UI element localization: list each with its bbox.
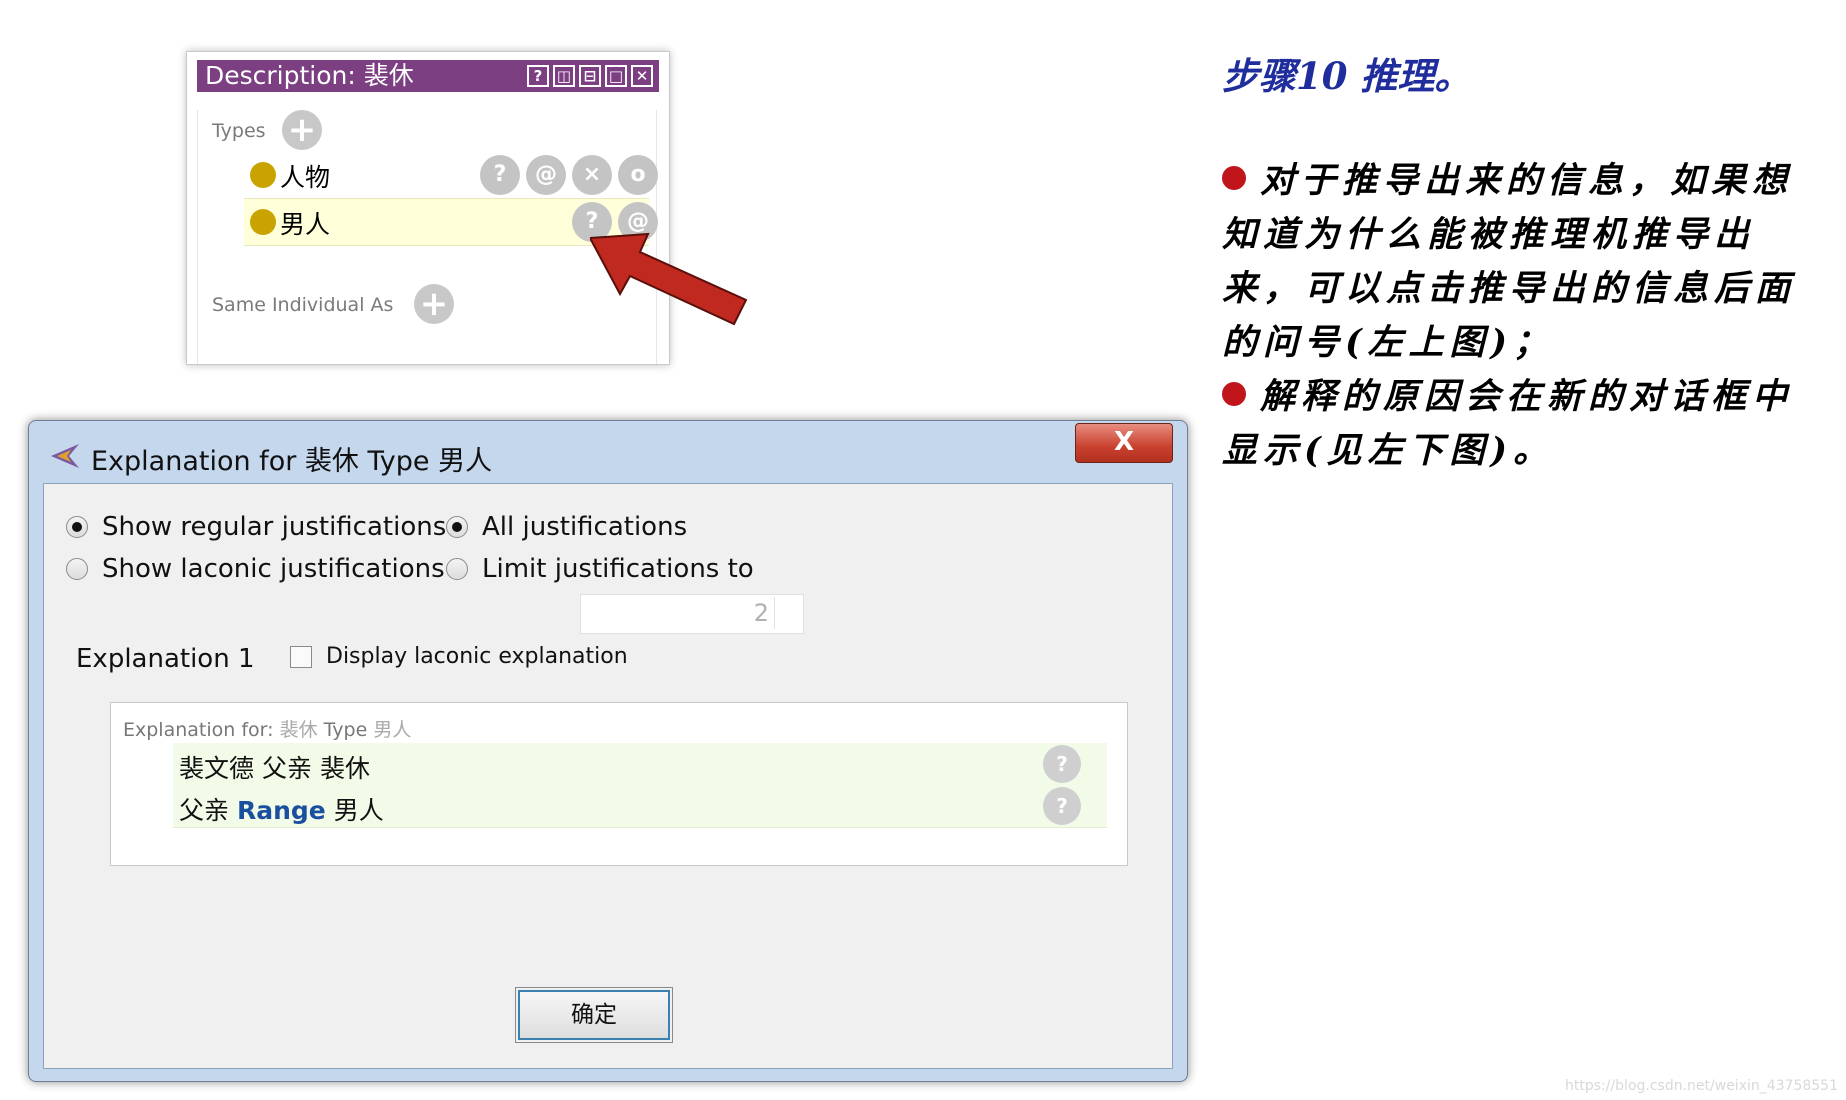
type-label: 人物 xyxy=(280,163,331,192)
explanation-for-prefix: Explanation for: xyxy=(123,719,274,741)
limit-justifications-option[interactable]: Limit justifications to xyxy=(446,554,754,584)
dialog-title: Explanation for 裴休 Type 男人 xyxy=(91,446,493,477)
split-vertical-button[interactable]: ◫ xyxy=(553,65,575,87)
step-heading: 步骤10 推理。 xyxy=(1222,54,1472,98)
bullet-icon xyxy=(1222,382,1246,406)
option-label: All justifications xyxy=(482,512,688,542)
paragraph-2: 解释的原因会在新的对话框中显示(见左下图)。 xyxy=(1222,370,1822,478)
bullet-icon xyxy=(1222,166,1246,190)
limit-value: 2 xyxy=(753,599,769,627)
paragraph-1-text: 对于推导出来的信息，如果想知道为什么能被推理机推导出来，可以点击推导出的信息后面… xyxy=(1222,160,1797,363)
option-label: Limit justifications to xyxy=(482,554,754,584)
axiom-keyword: Range xyxy=(236,796,326,825)
close-button[interactable]: X xyxy=(1075,423,1173,463)
axiom-help-button[interactable]: ? xyxy=(1043,745,1081,783)
delete-button[interactable]: × xyxy=(572,155,612,195)
explain-question-button[interactable]: ? xyxy=(480,155,520,195)
explanation-label: Explanation 1 xyxy=(76,644,255,674)
red-arrow-icon xyxy=(590,232,748,326)
explanation-dialog: Explanation for 裴休 Type 男人 X Show regula… xyxy=(28,420,1188,1082)
axiom-text: 裴文德 父亲 裴休 xyxy=(179,749,370,785)
option-label: Show laconic justifications xyxy=(102,554,445,584)
radio-selected[interactable] xyxy=(446,516,468,538)
axiom-property: 父亲 xyxy=(261,754,312,783)
description-body: Types + 人物 ? @ × o 男人 ? @ Same Individua… xyxy=(197,110,658,364)
option-label: Show regular justifications xyxy=(102,512,447,542)
radio-selected[interactable] xyxy=(66,516,88,538)
show-laconic-option[interactable]: Show laconic justifications xyxy=(66,554,445,584)
add-same-individual-button[interactable]: + xyxy=(414,284,454,324)
class-icon xyxy=(250,209,276,235)
radio-unselected[interactable] xyxy=(446,558,468,580)
protege-icon xyxy=(51,444,79,468)
type-row-person: 人物 ? @ × o xyxy=(244,152,658,198)
window-buttons: ? ◫ ⊟ □ ✕ xyxy=(527,65,653,87)
all-justifications-option[interactable]: All justifications xyxy=(446,512,687,542)
axiom-help-button[interactable]: ? xyxy=(1043,787,1081,825)
axiom-row: 父亲 Range 男人 ? xyxy=(173,785,1107,828)
description-titlebar: Description: 裴休 ? ◫ ⊟ □ ✕ xyxy=(197,60,659,92)
explanation-header: Explanation for: 裴休 Type 男人 xyxy=(123,715,411,742)
paragraph-2-text: 解释的原因会在新的对话框中显示(见左下图)。 xyxy=(1222,376,1794,471)
display-laconic-checkbox[interactable] xyxy=(290,646,312,668)
same-individual-label: Same Individual As xyxy=(212,294,394,316)
class-icon xyxy=(250,162,276,188)
help-button[interactable]: ? xyxy=(527,65,549,87)
maximize-button[interactable]: □ xyxy=(605,65,627,87)
spinner-arrows-icon[interactable] xyxy=(774,597,801,629)
explanation-subject: 裴休 xyxy=(279,719,318,741)
edit-button[interactable]: o xyxy=(618,155,658,195)
axiom-object: 裴休 xyxy=(319,754,370,783)
show-regular-option[interactable]: Show regular justifications xyxy=(66,512,446,542)
axiom-subject: 裴文德 xyxy=(179,754,255,783)
type-label: 男人 xyxy=(280,210,331,239)
ok-button[interactable]: 确定 xyxy=(515,987,673,1043)
display-laconic-label: Display laconic explanation xyxy=(326,644,628,669)
axiom-object: 男人 xyxy=(333,796,384,825)
dialog-content: Show regular justifications Show laconic… xyxy=(43,483,1173,1069)
description-title: Description: 裴休 xyxy=(205,61,414,90)
axiom-text: 父亲 Range 男人 xyxy=(179,791,384,827)
watermark: https://blog.csdn.net/weixin_43758551 xyxy=(1564,1078,1838,1094)
axiom-row: 裴文德 父亲 裴休 ? xyxy=(173,743,1107,786)
annotate-button[interactable]: @ xyxy=(526,155,566,195)
add-type-button[interactable]: + xyxy=(282,110,322,150)
radio-unselected[interactable] xyxy=(66,558,88,580)
close-panel-button[interactable]: ✕ xyxy=(631,65,653,87)
axiom-subject: 父亲 xyxy=(179,796,230,825)
split-horizontal-button[interactable]: ⊟ xyxy=(579,65,601,87)
explanation-object: 男人 xyxy=(373,719,412,741)
explanation-box: Explanation for: 裴休 Type 男人 裴文德 父亲 裴休 ? … xyxy=(110,702,1128,866)
explanation-type-keyword: Type xyxy=(323,719,368,741)
types-label: Types xyxy=(212,120,266,142)
limit-spinner[interactable]: 2 xyxy=(580,594,804,634)
type-row-man: 男人 ? @ xyxy=(244,198,658,246)
paragraph-1: 对于推导出来的信息，如果想知道为什么能被推理机推导出来，可以点击推导出的信息后面… xyxy=(1222,154,1822,370)
